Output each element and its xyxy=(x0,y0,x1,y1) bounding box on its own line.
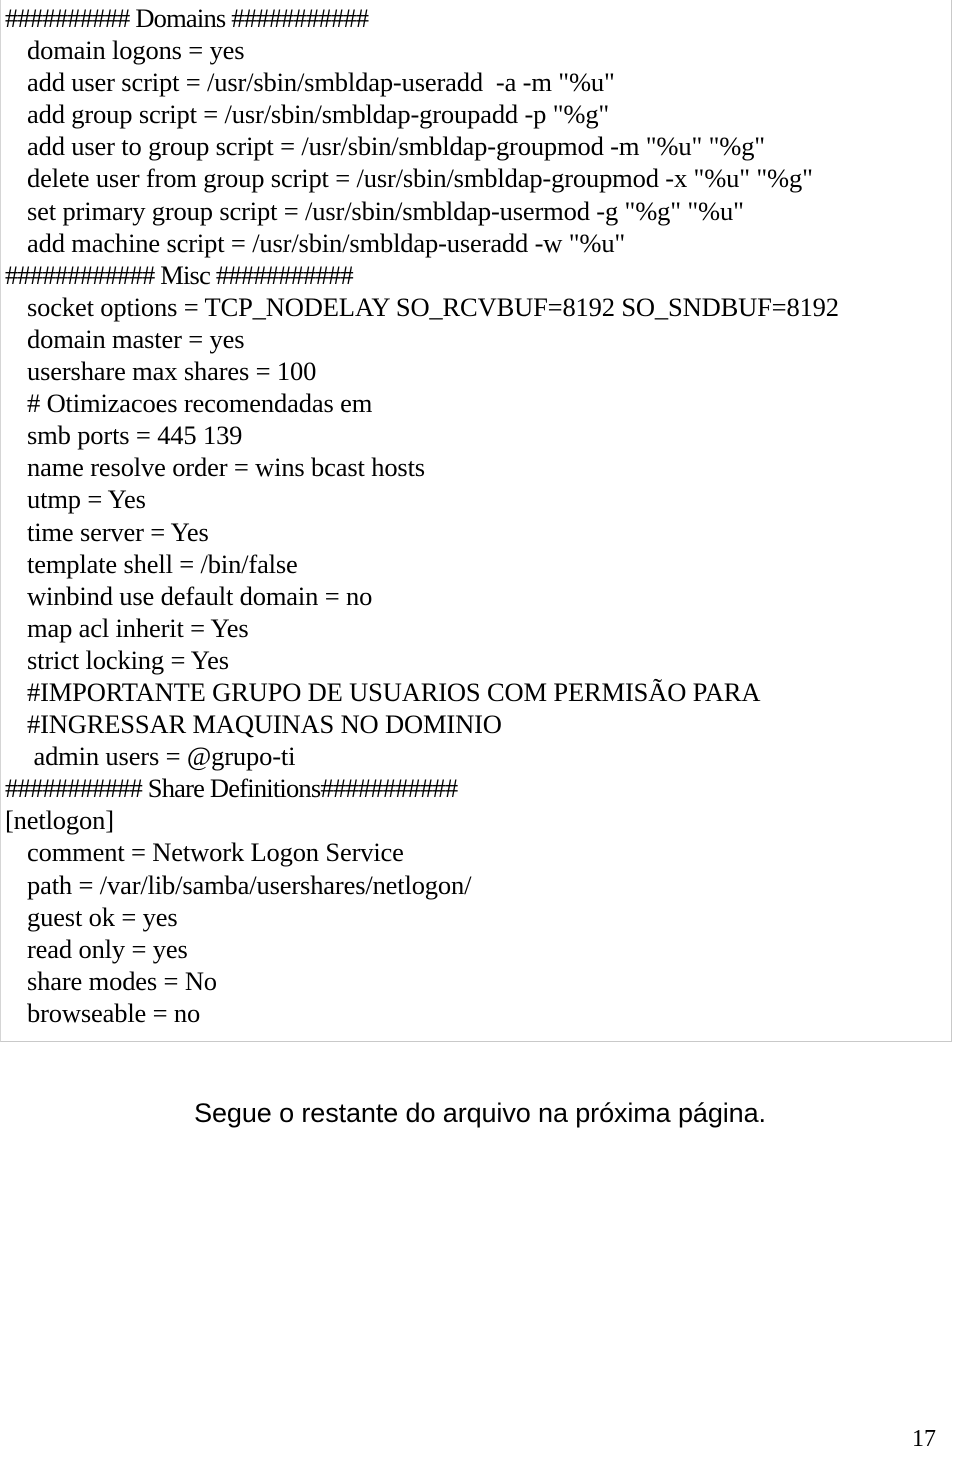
config-line-comment: #INGRESSAR MAQUINAS NO DOMINIO xyxy=(27,709,502,740)
config-line-directive: template shell = /bin/false xyxy=(27,548,298,579)
config-line-directive: add user script = /usr/sbin/smbldap-user… xyxy=(27,67,615,98)
config-line-directive: time server = Yes xyxy=(27,516,209,547)
config-line-directive: add group script = /usr/sbin/smbldap-gro… xyxy=(27,99,610,130)
config-line-directive: domain logons = yes xyxy=(27,35,245,66)
config-line-directive: add machine script = /usr/sbin/smbldap-u… xyxy=(27,227,626,258)
config-line-directive: socket options = TCP_NODELAY SO_RCVBUF=8… xyxy=(27,291,839,322)
footer-continuation-note: Segue o restante do arquivo na próxima p… xyxy=(194,1098,766,1128)
config-line-directive: comment = Network Logon Service xyxy=(27,837,404,868)
config-line-directive: utmp = Yes xyxy=(27,484,146,515)
config-line-directive: share modes = No xyxy=(27,965,217,996)
config-line-directive: usershare max shares = 100 xyxy=(27,356,317,387)
config-line-directive: add user to group script = /usr/sbin/smb… xyxy=(27,131,765,162)
config-line-directive: map acl inherit = Yes xyxy=(27,612,249,643)
config-line-section-header: ########## Domains ########### xyxy=(5,3,369,33)
config-line-directive: set primary group script = /usr/sbin/smb… xyxy=(27,195,744,226)
config-line-section-header: ############ Misc ########### xyxy=(5,259,354,290)
config-line-directive: smb ports = 445 139 xyxy=(27,420,243,451)
config-line-directive: winbind use default domain = no xyxy=(27,580,373,611)
samba-config-code-block: ########## Domains ########### domain log… xyxy=(0,0,952,1042)
config-line-directive: name resolve order = wins bcast hosts xyxy=(27,452,425,483)
config-line-section-header: ########### Share Definitions########### xyxy=(5,773,458,804)
page-number: 17 xyxy=(912,1426,936,1452)
config-line-directive: domain master = yes xyxy=(27,323,245,354)
config-line-comment: # Otimizacoes recomendadas em xyxy=(27,388,373,419)
config-line-directive: strict locking = Yes xyxy=(27,644,229,675)
config-line-directive: read only = yes xyxy=(27,933,188,964)
config-line-directive: admin users = @grupo-ti xyxy=(27,741,296,772)
config-line-share-section: [netlogon] xyxy=(5,805,114,836)
config-line-directive: guest ok = yes xyxy=(27,901,178,932)
config-line-directive: delete user from group script = /usr/sbi… xyxy=(27,163,813,194)
config-line-directive: browseable = no xyxy=(27,997,201,1028)
config-line-comment: #IMPORTANTE GRUPO DE USUARIOS COM PERMIS… xyxy=(27,676,761,707)
config-line-directive: path = /var/lib/samba/usershares/netlogo… xyxy=(27,869,472,900)
